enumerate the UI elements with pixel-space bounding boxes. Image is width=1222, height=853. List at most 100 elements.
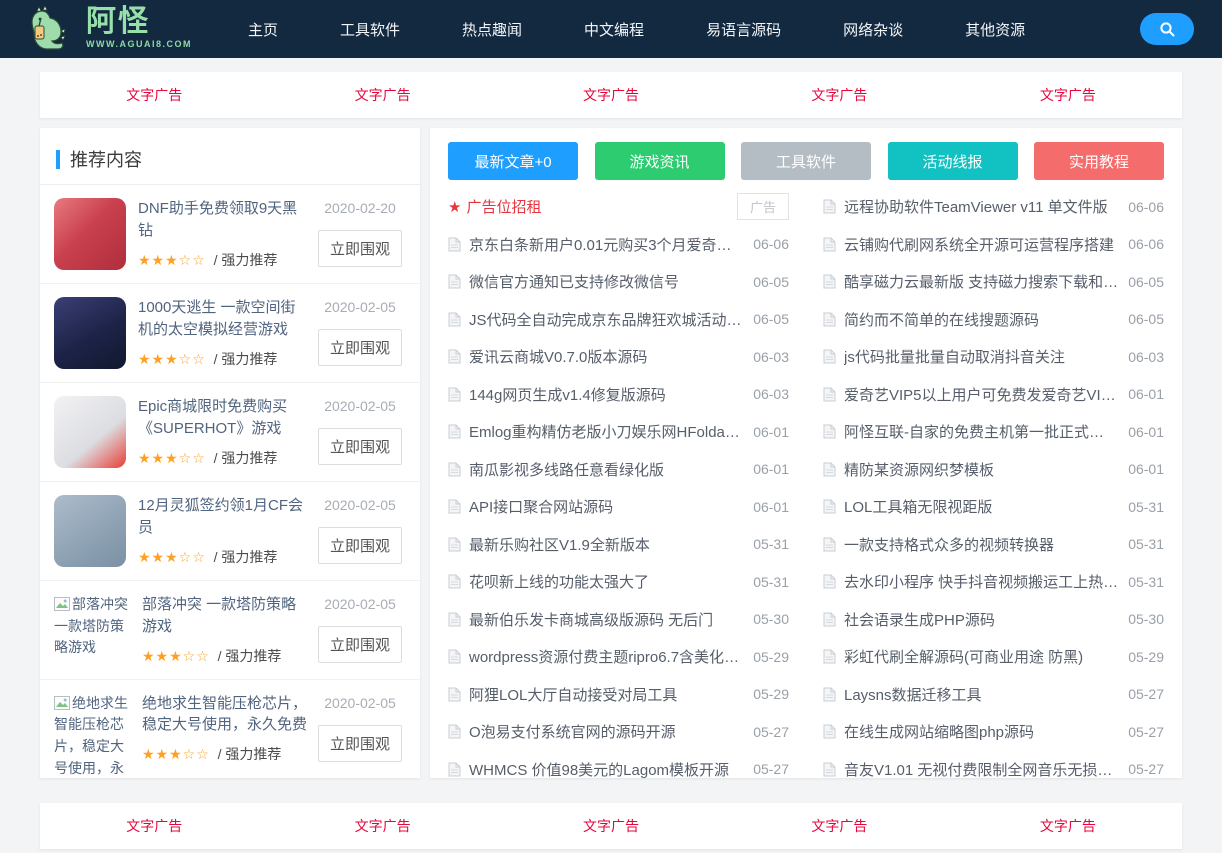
- article-row[interactable]: JS代码全自动完成京东品牌狂欢城活动任务 06-05: [448, 301, 789, 339]
- view-now-button[interactable]: 立即围观: [318, 329, 402, 366]
- article-title[interactable]: JS代码全自动完成京东品牌狂欢城活动任务: [469, 309, 743, 330]
- article-title[interactable]: DNF助手免费领取9天黑钻: [138, 198, 308, 242]
- recommended-item[interactable]: 绝地求生智能压枪芯片，稳定大号使用，永久免费 绝地求生智能压枪芯片，稳定大号使用…: [40, 680, 420, 779]
- recommended-item[interactable]: 12月灵狐签约领1月CF会员 ★★★☆☆ / 强力推荐 2020-02-05 立…: [40, 482, 420, 581]
- article-row[interactable]: 去水印小程序 快手抖音视频搬运工上热门... 05-31: [823, 563, 1164, 601]
- filter-button[interactable]: 活动线报: [888, 142, 1018, 180]
- text-ad-link[interactable]: 文字广告: [497, 85, 725, 105]
- article-title[interactable]: 爱奇艺VIP5以上用户可免费发爱奇艺VIP红包: [844, 384, 1118, 405]
- article-title[interactable]: 绝地求生智能压枪芯片，稳定大号使用，永久免费: [142, 693, 308, 737]
- nav-item[interactable]: 网络杂谈: [843, 19, 903, 40]
- filter-button[interactable]: 工具软件: [741, 142, 871, 180]
- nav-item[interactable]: 工具软件: [340, 19, 400, 40]
- article-title[interactable]: wordpress资源付费主题ripro6.7含美化包...: [469, 646, 743, 667]
- article-title[interactable]: API接口聚合网站源码: [469, 496, 743, 517]
- article-row[interactable]: Laysns数据迁移工具 05-27: [823, 676, 1164, 714]
- article-row[interactable]: 远程协助软件TeamViewer v11 单文件版 06-06: [823, 188, 1164, 226]
- article-title[interactable]: LOL工具箱无限视距版: [844, 496, 1118, 517]
- article-row[interactable]: 最新伯乐发卡商城高级版源码 无后门 05-30: [448, 601, 789, 639]
- ad-slot-title[interactable]: 广告位招租: [466, 196, 727, 217]
- article-title[interactable]: 云铺购代刷网系统全开源可运营程序搭建: [844, 234, 1118, 255]
- text-ad-link[interactable]: 文字广告: [954, 816, 1182, 836]
- article-row[interactable]: 酷享磁力云最新版 支持磁力搜索下载和一... 06-05: [823, 263, 1164, 301]
- article-title[interactable]: 1000天逃生 一款空间街机的太空模拟经营游戏: [138, 297, 308, 341]
- article-title[interactable]: 部落冲突 一款塔防策略游戏: [142, 594, 308, 638]
- text-ad-link[interactable]: 文字广告: [40, 816, 268, 836]
- article-row[interactable]: 阿狸LOL大厅自动接受对局工具 05-29: [448, 676, 789, 714]
- article-row[interactable]: 彩虹代刷全解源码(可商业用途 防黑) 05-29: [823, 638, 1164, 676]
- article-row[interactable]: 阿怪互联-自家的免费主机第一批正式开启 06-01: [823, 413, 1164, 451]
- article-title[interactable]: 最新乐购社区V1.9全新版本: [469, 534, 743, 555]
- view-now-button[interactable]: 立即围观: [318, 626, 402, 663]
- article-row[interactable]: LOL工具箱无限视距版 05-31: [823, 488, 1164, 526]
- article-title[interactable]: 简约而不简单的在线搜题源码: [844, 309, 1118, 330]
- article-row[interactable]: 一款支持格式众多的视频转换器 05-31: [823, 526, 1164, 564]
- article-row[interactable]: 社会语录生成PHP源码 05-30: [823, 601, 1164, 639]
- nav-item[interactable]: 中文编程: [584, 19, 644, 40]
- nav-item[interactable]: 易语言源码: [706, 19, 781, 40]
- article-title[interactable]: 在线生成网站缩略图php源码: [844, 721, 1118, 742]
- article-title[interactable]: 最新伯乐发卡商城高级版源码 无后门: [469, 609, 743, 630]
- article-title[interactable]: 社会语录生成PHP源码: [844, 609, 1118, 630]
- nav-item[interactable]: 主页: [248, 19, 278, 40]
- article-row[interactable]: 最新乐购社区V1.9全新版本 05-31: [448, 526, 789, 564]
- view-now-button[interactable]: 立即围观: [318, 428, 402, 465]
- text-ad-link[interactable]: 文字广告: [497, 816, 725, 836]
- article-title[interactable]: 京东白条新用户0.01元购买3个月爱奇艺黄...: [469, 234, 743, 255]
- view-now-button[interactable]: 立即围观: [318, 230, 402, 267]
- article-title[interactable]: 阿怪互联-自家的免费主机第一批正式开启: [844, 421, 1118, 442]
- text-ad-link[interactable]: 文字广告: [268, 816, 496, 836]
- article-row[interactable]: js代码批量批量自动取消抖音关注 06-03: [823, 338, 1164, 376]
- view-now-button[interactable]: 立即围观: [318, 725, 402, 762]
- article-row[interactable]: 简约而不简单的在线搜题源码 06-05: [823, 301, 1164, 339]
- article-row[interactable]: 爱奇艺VIP5以上用户可免费发爱奇艺VIP红包 06-01: [823, 376, 1164, 414]
- article-title[interactable]: 花呗新上线的功能太强大了: [469, 571, 743, 592]
- article-title[interactable]: Emlog重构精仿老版小刀娱乐网HFoldao模...: [469, 421, 743, 442]
- article-title[interactable]: 一款支持格式众多的视频转换器: [844, 534, 1118, 555]
- article-title[interactable]: 音友V1.01 无视付费限制全网音乐无损免费...: [844, 759, 1118, 778]
- nav-item[interactable]: 热点趣闻: [462, 19, 522, 40]
- article-row[interactable]: wordpress资源付费主题ripro6.7含美化包... 05-29: [448, 638, 789, 676]
- article-title[interactable]: js代码批量批量自动取消抖音关注: [844, 346, 1118, 367]
- article-row[interactable]: 爱讯云商城V0.7.0版本源码 06-03: [448, 338, 789, 376]
- article-row[interactable]: 京东白条新用户0.01元购买3个月爱奇艺黄... 06-06: [448, 226, 789, 264]
- article-title[interactable]: 去水印小程序 快手抖音视频搬运工上热门...: [844, 571, 1118, 592]
- filter-button[interactable]: 最新文章+0: [448, 142, 578, 180]
- text-ad-link[interactable]: 文字广告: [725, 816, 953, 836]
- recommended-item[interactable]: 部落冲突 一款塔防策略游戏 部落冲突 一款塔防策略游戏 ★★★☆☆ / 强力推荐…: [40, 581, 420, 680]
- article-row[interactable]: 音友V1.01 无视付费限制全网音乐无损免费... 05-27: [823, 751, 1164, 779]
- search-button[interactable]: [1140, 13, 1194, 45]
- article-title[interactable]: 144g网页生成v1.4修复版源码: [469, 384, 743, 405]
- article-title[interactable]: Laysns数据迁移工具: [844, 684, 1118, 705]
- site-logo[interactable]: 阿怪 WWW.AGUAI8.COM: [28, 5, 192, 53]
- text-ad-link[interactable]: 文字广告: [40, 85, 268, 105]
- article-row[interactable]: 在线生成网站缩略图php源码 05-27: [823, 713, 1164, 751]
- filter-button[interactable]: 实用教程: [1034, 142, 1164, 180]
- article-title[interactable]: 精防某资源网织梦模板: [844, 459, 1118, 480]
- article-title[interactable]: Epic商城限时免费购买《SUPERHOT》游戏: [138, 396, 308, 440]
- article-row[interactable]: 花呗新上线的功能太强大了 05-31: [448, 563, 789, 601]
- ad-slot-row[interactable]: ★ 广告位招租 广告: [448, 188, 789, 226]
- nav-item[interactable]: 其他资源: [965, 19, 1025, 40]
- article-row[interactable]: Emlog重构精仿老版小刀娱乐网HFoldao模... 06-01: [448, 413, 789, 451]
- article-row[interactable]: API接口聚合网站源码 06-01: [448, 488, 789, 526]
- view-now-button[interactable]: 立即围观: [318, 527, 402, 564]
- text-ad-link[interactable]: 文字广告: [268, 85, 496, 105]
- recommended-item[interactable]: DNF助手免费领取9天黑钻 ★★★☆☆ / 强力推荐 2020-02-20 立即…: [40, 185, 420, 284]
- article-row[interactable]: 南瓜影视多线路任意看绿化版 06-01: [448, 451, 789, 489]
- text-ad-link[interactable]: 文字广告: [725, 85, 953, 105]
- filter-button[interactable]: 游戏资讯: [595, 142, 725, 180]
- article-title[interactable]: 12月灵狐签约领1月CF会员: [138, 495, 308, 539]
- article-row[interactable]: 144g网页生成v1.4修复版源码 06-03: [448, 376, 789, 414]
- article-row[interactable]: WHMCS 价值98美元的Lagom模板开源 05-27: [448, 751, 789, 779]
- article-title[interactable]: WHMCS 价值98美元的Lagom模板开源: [469, 759, 743, 778]
- article-title[interactable]: 远程协助软件TeamViewer v11 单文件版: [844, 196, 1118, 217]
- article-title[interactable]: 酷享磁力云最新版 支持磁力搜索下载和一...: [844, 271, 1118, 292]
- article-title[interactable]: 南瓜影视多线路任意看绿化版: [469, 459, 743, 480]
- article-row[interactable]: O泡易支付系统官网的源码开源 05-27: [448, 713, 789, 751]
- article-row[interactable]: 云铺购代刷网系统全开源可运营程序搭建 06-06: [823, 226, 1164, 264]
- article-row[interactable]: 精防某资源网织梦模板 06-01: [823, 451, 1164, 489]
- article-title[interactable]: 彩虹代刷全解源码(可商业用途 防黑): [844, 646, 1118, 667]
- article-title[interactable]: 爱讯云商城V0.7.0版本源码: [469, 346, 743, 367]
- article-title[interactable]: 阿狸LOL大厅自动接受对局工具: [469, 684, 743, 705]
